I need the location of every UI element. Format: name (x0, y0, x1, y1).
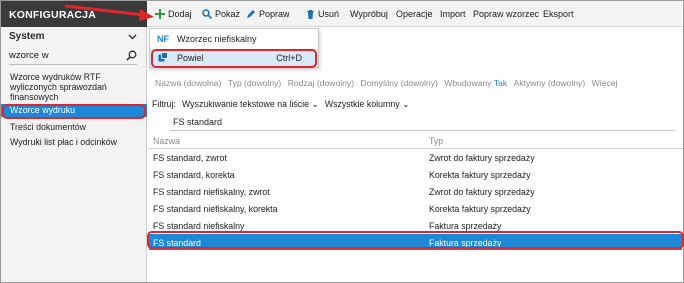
column-header-name[interactable]: Nazwa (153, 136, 180, 146)
cell-type: Faktura sprzedaży (429, 221, 502, 231)
menu-item-non-fiscal-template[interactable]: NF Wzorzec niefiskalny (150, 30, 318, 48)
annotation-highlight-menu (151, 49, 317, 68)
filter-mode-value: Wyszukiwanie tekstowe na liście (181, 99, 309, 109)
column-header-type[interactable]: Typ (429, 136, 443, 146)
column-filter-active[interactable]: Aktywny (dowolny) (514, 78, 586, 88)
column-filters-bar: Nazwa (dowolna) Typ (dowolny) Rodzaj (do… (155, 78, 617, 88)
column-filter-builtin-label: Wbudowany (444, 78, 492, 88)
column-filter-name[interactable]: Nazwa (dowolna) (155, 78, 221, 88)
trash-icon (307, 10, 314, 19)
edit-button-label: Popraw (259, 9, 290, 19)
table-row[interactable]: FS standard, zwrot Zwrot do faktury sprz… (149, 149, 682, 166)
cell-type: Korekta faktury sprzedaży (429, 204, 531, 214)
filter-text-input[interactable]: FS standard (170, 117, 675, 131)
chevron-down-icon: ⌄ (311, 99, 319, 109)
toolbar: Dodaj Pokaż Popraw Usuń Wypróbuj Operacj… (147, 1, 682, 27)
operations-button[interactable]: Operacje (396, 6, 433, 22)
filter-mode-dropdown[interactable]: Wyszukiwanie tekstowe na liście ⌄ (182, 99, 319, 110)
try-button-label: Wypróbuj (350, 9, 388, 19)
column-filter-more[interactable]: Więcej (592, 78, 618, 88)
cell-type: Zwrot do faktury sprzedaży (429, 153, 535, 163)
export-button-label: Eksport (543, 9, 574, 19)
sidebar-search-input[interactable]: wzorce w (9, 50, 137, 65)
delete-button-label: Usuń (318, 9, 340, 19)
chevron-down-icon: ⌄ (402, 99, 410, 109)
cell-type: Zwrot do faktury sprzedaży (429, 187, 535, 197)
chevron-down-icon (128, 34, 137, 40)
sidebar-item-payroll-printouts[interactable]: Wydruki list płac i odcinków (1, 136, 147, 149)
filter-label: Filtruj: (152, 99, 176, 109)
sidebar-search-value: wzorce w (9, 50, 49, 61)
column-filter-kind[interactable]: Rodzaj (dowolny) (288, 78, 354, 88)
sidebar-item-document-contents[interactable]: Treści dokumentów (1, 121, 147, 134)
table-row[interactable]: FS standard, korekta Korekta faktury spr… (149, 166, 682, 183)
import-button[interactable]: Import (440, 6, 466, 22)
cell-name: FS standard, korekta (153, 170, 235, 180)
sidebar-item-rtf-templates[interactable]: Wzorce wydruków RTF wyliczonych sprawozd… (1, 71, 147, 104)
edit-template-button-label: Popraw wzorzec (473, 9, 540, 19)
export-button[interactable]: Eksport (543, 6, 574, 22)
operations-button-label: Operacje (396, 9, 433, 19)
module-selector[interactable]: System (9, 31, 137, 46)
delete-button[interactable]: Usuń (306, 6, 339, 22)
menu-item-label: Wzorzec niefiskalny (177, 34, 257, 44)
nf-icon: NF (157, 34, 169, 44)
edit-template-button[interactable]: Popraw wzorzec (473, 6, 539, 22)
cell-name: FS standard, zwrot (153, 153, 227, 163)
show-button-label: Pokaż (215, 9, 241, 19)
module-selector-value: System (9, 31, 45, 42)
try-button[interactable]: Wypróbuj (350, 6, 388, 22)
annotation-arrow (64, 4, 154, 21)
cell-type: Korekta faktury sprzedaży (429, 170, 531, 180)
import-button-label: Import (440, 9, 466, 19)
add-button-label: Dodaj (168, 9, 192, 19)
cell-name: FS standard niefiskalny (153, 221, 245, 231)
column-filter-default[interactable]: Domyślny (dowolny) (360, 78, 437, 88)
annotation-highlight-row (147, 231, 684, 249)
sidebar: System wzorce w Wzorce wydruków RTF wyli… (1, 27, 147, 282)
column-filter-type[interactable]: Typ (dowolny) (228, 78, 282, 88)
annotation-highlight-sidebar (2, 104, 146, 119)
filter-row: Filtruj: Wyszukiwanie tekstowe na liście… (152, 99, 409, 110)
edit-button[interactable]: Popraw (246, 6, 290, 22)
filter-columns-value: Wszystkie kolumny (324, 99, 400, 109)
cell-name: FS standard niefiskalny, zwrot (153, 187, 270, 197)
pencil-icon (247, 10, 255, 18)
search-icon[interactable] (126, 50, 137, 61)
table-row[interactable]: FS standard niefiskalny, korekta Korekta… (149, 200, 682, 217)
column-filter-builtin[interactable]: Wbudowany Tak (444, 78, 509, 88)
column-filter-builtin-value: Tak (493, 78, 508, 88)
table-row[interactable]: FS standard niefiskalny, zwrot Zwrot do … (149, 183, 682, 200)
filter-columns-dropdown[interactable]: Wszystkie kolumny ⌄ (325, 99, 410, 110)
cell-name: FS standard niefiskalny, korekta (153, 204, 278, 214)
table-header: Nazwa Typ (149, 135, 682, 149)
show-button[interactable]: Pokaż (202, 6, 240, 22)
filter-text-value: FS standard (173, 117, 223, 127)
add-button[interactable]: Dodaj (155, 6, 192, 22)
search-icon (202, 9, 212, 19)
